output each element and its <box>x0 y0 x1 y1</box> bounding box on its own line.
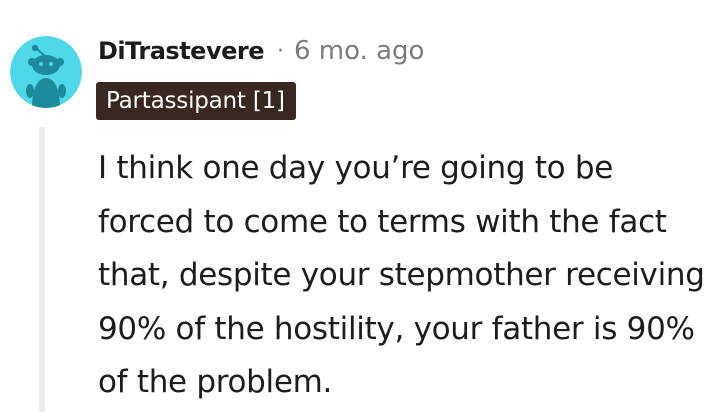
meta-separator: · <box>276 38 284 64</box>
snoo-avatar-icon[interactable] <box>10 36 82 108</box>
comment-meta: DiTrastevere · 6 mo. ago <box>98 33 424 69</box>
comment: DiTrastevere · 6 mo. ago Partassipant [1… <box>0 0 723 412</box>
comment-body: I think one day you’re going to be force… <box>98 150 705 400</box>
user-flair-badge: Partassipant [1] <box>96 82 296 120</box>
thread-line[interactable] <box>39 127 45 412</box>
user-flair-text: Partassipant [1] <box>106 88 285 114</box>
username-link[interactable]: DiTrastevere <box>98 37 264 65</box>
timestamp-link[interactable]: 6 mo. ago <box>294 36 424 66</box>
